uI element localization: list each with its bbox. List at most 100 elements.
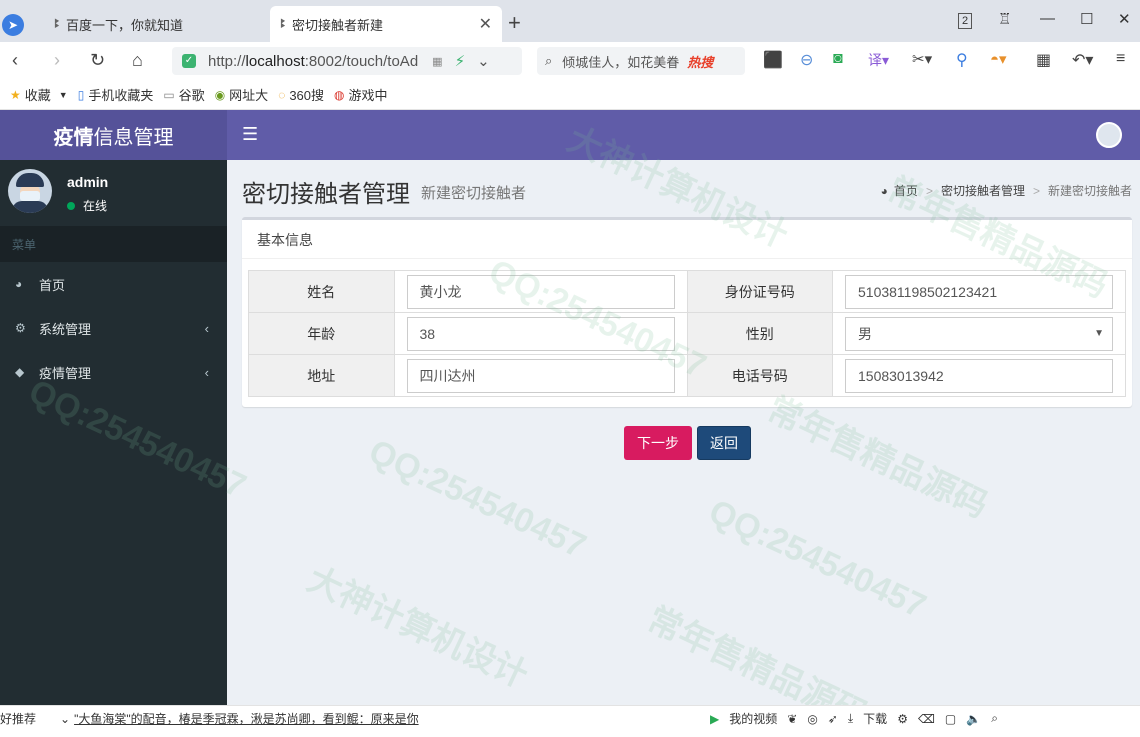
close-window-icon[interactable]: ✕ [1118, 10, 1131, 28]
gamepad-icon[interactable]: ◓▾ [990, 50, 1007, 68]
download-link[interactable]: 下载 [863, 710, 887, 727]
bookmark-sites[interactable]: ◉ 网址大 [215, 85, 269, 104]
sidebar-item-epidemic[interactable]: ◆ 疫情管理 ‹ [0, 350, 227, 394]
bookmark-favorites[interactable]: ★ 收藏 ▼ [10, 85, 68, 104]
volume-icon[interactable]: 🔈 [966, 712, 981, 726]
bookmark-mobile[interactable]: ▯ 手机收藏夹 [78, 85, 154, 104]
url-rest: :8002/touch/toAd [304, 52, 419, 70]
recommend-label[interactable]: 好推荐 [0, 710, 36, 727]
chat-icon[interactable]: ◙ [833, 50, 843, 68]
bookmark-games[interactable]: ◍ 游戏中 [334, 85, 388, 104]
lightning-icon[interactable]: ⚡ [455, 52, 466, 70]
leaf-icon[interactable]: ❦ [787, 712, 797, 726]
bookmark-google[interactable]: ▭ 谷歌 [163, 85, 204, 104]
breadcrumb-contact-manage[interactable]: 密切接触者管理 [941, 182, 1025, 199]
breadcrumb-home[interactable]: 首页 [894, 182, 918, 199]
sidebar-item-label: 系统管理 [39, 321, 92, 337]
chevron-left-icon: ‹ [204, 320, 209, 336]
home-icon[interactable]: ⌂ [132, 50, 143, 71]
bookmark-360[interactable]: ◌ 360搜 [278, 85, 324, 104]
my-video-link[interactable]: 我的视频 [729, 710, 777, 727]
chevron-down-icon[interactable]: ⌄ [477, 52, 490, 70]
forward-arrow-icon[interactable]: › [54, 50, 60, 71]
tab-label: 密切接触者新建 [292, 17, 384, 33]
phone-icon: ▯ [77, 87, 85, 102]
breadcrumb: ◕ 首页 > 密切接触者管理 > 新建密切接触者 [880, 182, 1132, 199]
search-box[interactable]: ⌕ 倾城佳人，如花美眷 热搜 [537, 47, 745, 75]
star-icon: ★ [10, 87, 21, 102]
search-icon: ⌕ [545, 53, 553, 68]
tab-count-badge[interactable]: 2 [958, 13, 972, 29]
game-icon: ◍ [334, 87, 345, 102]
menu-icon[interactable]: ≡ [1116, 50, 1125, 68]
box-title: 基本信息 [257, 232, 313, 248]
user-status: 在线 [67, 197, 107, 214]
url-host: localhost [245, 52, 305, 70]
maximize-icon[interactable]: ☐ [1080, 10, 1093, 28]
zoom-icon[interactable]: ⌕ [991, 711, 998, 726]
address-bar[interactable]: ✓ http://localhost:8002/touch/toAd ▦ ⚡ ⌄ [172, 47, 522, 75]
scissors-icon[interactable]: ✂▾ [912, 50, 932, 68]
rocket-icon[interactable]: ➶ [828, 712, 838, 726]
sidebar-item-label: 首页 [39, 277, 66, 293]
hamburger-icon[interactable]: ☰ [242, 124, 258, 145]
address-input[interactable]: 四川达州 [406, 358, 675, 393]
sidebar-item-system[interactable]: ⚙ 系统管理 ‹ [0, 306, 227, 350]
idcard-input[interactable]: 510381198502123421 [845, 274, 1113, 309]
close-icon[interactable]: ✕ [479, 14, 492, 34]
cogs-icon: ⚙ [15, 321, 26, 335]
chevron-left-icon: ‹ [204, 364, 209, 380]
menu-header: 菜单 [0, 226, 227, 262]
app-logo[interactable]: 疫情 信息管理 [0, 110, 227, 160]
magnifier-icon[interactable]: ⚲ [956, 50, 968, 70]
minimize-icon[interactable]: — [1040, 10, 1055, 27]
address-value: 四川达州 [419, 367, 476, 384]
undo-icon[interactable]: ↶▾ [1072, 50, 1093, 70]
page-title: 密切接触者管理 [242, 181, 410, 208]
name-label: 姓名 [248, 270, 395, 313]
globe-icon: ◉ [214, 87, 226, 102]
trash-icon[interactable]: ⌫ [918, 712, 935, 726]
grid-icon[interactable]: ▦ [1036, 50, 1051, 70]
browser-nav-bar: ‹ › ↻ ⌂ ✓ http://localhost:8002/touch/to… [0, 42, 1140, 80]
settings-icon[interactable]: ⚙ [897, 712, 908, 726]
back-button[interactable]: 返回 [697, 426, 751, 460]
tab-label: 百度一下，你就知道 [66, 17, 184, 33]
next-button[interactable]: 下一步 [624, 426, 692, 460]
speed-icon[interactable]: ◎ [807, 712, 817, 726]
form-buttons: 下一步 返回 [624, 426, 751, 460]
translate-icon[interactable]: 译▾ [868, 50, 889, 70]
name-value: 黄小龙 [419, 283, 462, 300]
user-name: admin [67, 174, 109, 190]
tab-baidu[interactable]: ➤ ꔪ 百度一下，你就知道 [2, 6, 266, 42]
minus-circle-icon[interactable]: ⊖ [800, 50, 813, 70]
dashboard-icon: ◕ [880, 183, 888, 198]
contact-form-table: 姓名 黄小龙 身份证号码 510381198502123421 年龄 38 性别… [248, 270, 1126, 397]
user-panel: admin 在线 [0, 160, 227, 226]
name-input[interactable]: 黄小龙 [406, 274, 675, 309]
sidebar-item-home[interactable]: ◕ 首页 [0, 262, 227, 306]
window-icon[interactable]: ▢ [945, 712, 956, 726]
extension-icon[interactable]: ⬛ [763, 50, 783, 70]
gender-value: 男 [858, 325, 872, 342]
dashboard-icon: ◕ [15, 277, 23, 291]
gender-select[interactable]: 男 ▼ [845, 316, 1113, 351]
basic-info-box: 基本信息 姓名 黄小龙 身份证号码 510381198502123421 年龄 … [242, 217, 1132, 407]
logo-rest: 信息管理 [93, 126, 174, 149]
tab-contact-new[interactable]: ꔪ 密切接触者新建 ✕ [270, 6, 502, 42]
chevron-down-icon: ▼ [58, 89, 68, 100]
shirt-icon[interactable]: ♖ [998, 10, 1011, 28]
paw-icon: ꔪ [280, 16, 287, 31]
bookmark-label: 360搜 [289, 88, 325, 103]
back-arrow-icon[interactable]: ‹ [12, 50, 18, 71]
qr-icon[interactable]: ▦ [432, 55, 442, 68]
reload-icon[interactable]: ↻ [90, 50, 105, 71]
news-text: "大鱼海棠"的配音，椿是季冠霖，湫是苏尚卿，看到鲲：原来是你 [74, 712, 419, 726]
hot-search-label[interactable]: 热搜 [687, 52, 713, 71]
news-ticker[interactable]: ⌄ "大鱼海棠"的配音，椿是季冠霖，湫是苏尚卿，看到鲲：原来是你 [60, 710, 419, 727]
avatar[interactable] [1096, 122, 1122, 148]
new-tab-plus-icon[interactable]: + [508, 10, 521, 36]
phone-input[interactable]: 15083013942 [845, 358, 1113, 393]
page-icon: ▭ [163, 87, 175, 102]
age-input[interactable]: 38 [406, 316, 675, 351]
